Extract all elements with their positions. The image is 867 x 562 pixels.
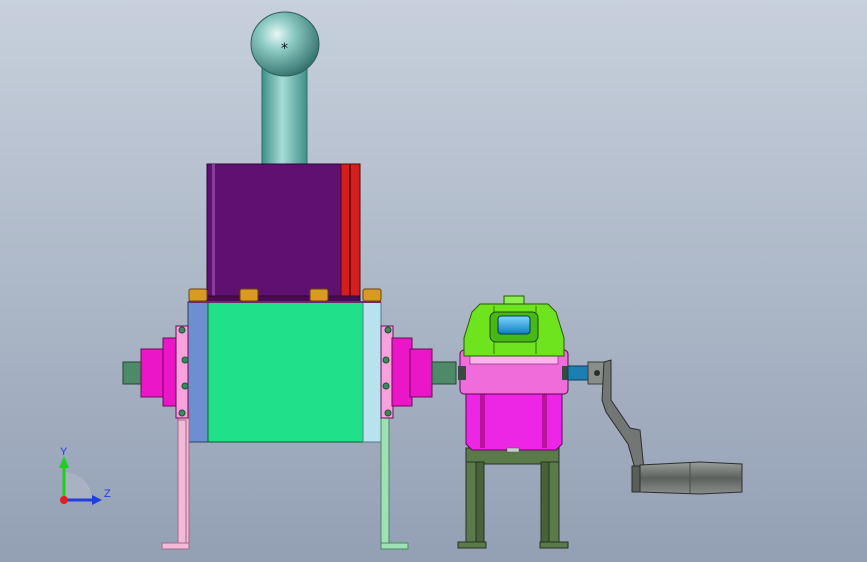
left-flange-bolt-mid <box>181 356 189 364</box>
gearbox-top-cap <box>503 295 525 305</box>
bolt-4 <box>362 288 382 302</box>
actuator-body <box>206 163 342 303</box>
left-flange-bolt-top <box>178 326 186 334</box>
gearbox-stand-leg-left <box>465 461 477 545</box>
valve-right-plate <box>362 301 382 443</box>
y-axis-label: Y <box>60 446 68 458</box>
valve-body[interactable] <box>187 301 382 443</box>
right-flange-plate <box>380 325 394 419</box>
gearbox-stand-leg-right <box>548 461 560 545</box>
cad-viewport[interactable]: * Y Z <box>0 0 867 562</box>
right-flange-collar <box>391 337 413 407</box>
actuator-side-groove <box>349 164 351 302</box>
actuator-edge-highlight <box>212 164 215 302</box>
valve-left-plate <box>187 301 209 443</box>
actuator-housing[interactable] <box>206 163 361 305</box>
crank-hub-pin <box>594 370 600 376</box>
crank-handle-grip[interactable] <box>639 461 743 495</box>
gearbox-lower-rib-right <box>542 394 547 448</box>
right-flange-ring <box>409 348 433 398</box>
right-flange-bolt-top <box>384 326 392 334</box>
gearbox-lower-rib-left <box>480 394 485 448</box>
cad-scene[interactable]: * Y Z <box>0 0 867 562</box>
right-nozzle <box>431 361 457 385</box>
z-axis-label: Z <box>104 488 111 500</box>
right-stand-leg <box>380 409 390 546</box>
gearbox-stand-leg-left-inner <box>475 461 485 545</box>
input-shaft <box>567 365 591 381</box>
left-flange-bolt-low <box>181 382 189 390</box>
left-flange-plate <box>175 325 189 419</box>
left-stand-foot <box>161 542 190 550</box>
left-flange-bolt-bottom <box>178 409 186 417</box>
valve-center-block <box>207 301 364 443</box>
gearbox-stand-leg-right-inner <box>540 461 550 545</box>
gearbox-drain-plug <box>506 447 520 453</box>
actuator-stem <box>261 65 308 169</box>
gearbox-lower-housing <box>465 391 563 453</box>
triad-origin <box>60 496 68 504</box>
bolt-3 <box>309 288 329 302</box>
right-stand-foot <box>380 542 409 550</box>
gearbox-stand-foot-right <box>539 541 569 549</box>
bolt-2 <box>239 288 259 302</box>
gearbox-stand-foot-left <box>457 541 487 549</box>
gearbox-indicator-window[interactable] <box>497 315 531 335</box>
gearbox-middle-housing <box>458 349 570 395</box>
left-nozzle <box>122 361 144 385</box>
right-flange-bolt-low <box>382 382 390 390</box>
right-flange-bolt-mid <box>382 356 390 364</box>
knob-center-marker: * <box>281 41 288 57</box>
gearbox-left-bearing <box>458 366 466 380</box>
left-flange-ring <box>140 348 164 398</box>
gearbox-top-housing[interactable] <box>463 295 565 357</box>
left-stand-leg-b <box>177 419 187 546</box>
right-flange-bolt-bottom <box>384 409 392 417</box>
bolt-1 <box>188 288 208 302</box>
